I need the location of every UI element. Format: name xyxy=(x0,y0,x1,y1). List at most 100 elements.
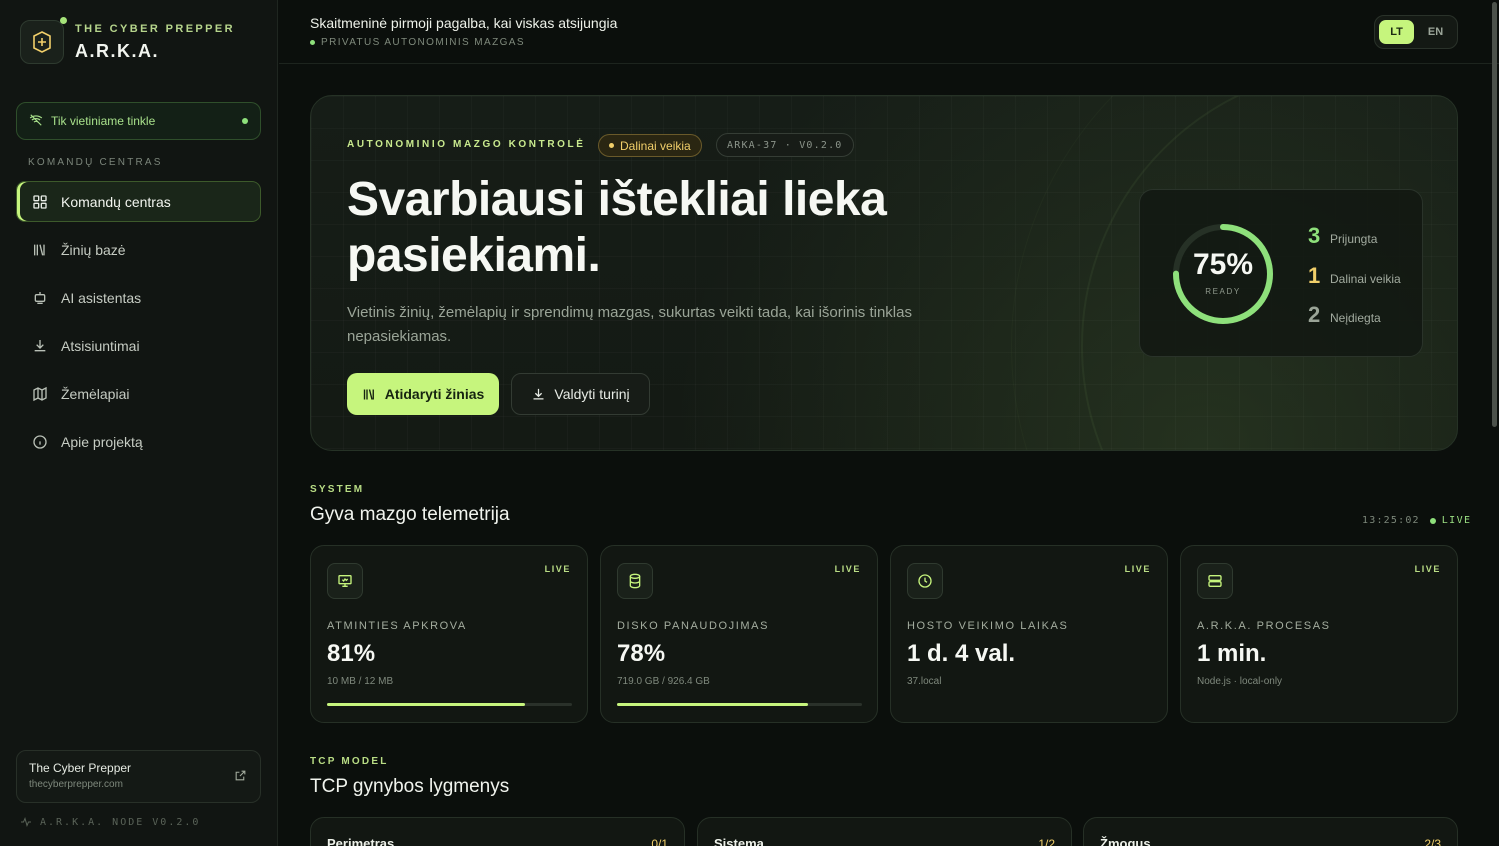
download-icon xyxy=(531,387,546,402)
button-label: Atidaryti žinias xyxy=(384,386,485,402)
server-icon xyxy=(1197,563,1233,599)
hero-kicker: AUTONOMINIO MAZGO KONTROLĖ xyxy=(347,139,586,150)
cyber-prepper-link[interactable]: The Cyber Prepper thecyberprepper.com xyxy=(16,750,261,803)
hero-description: Vietinis žinių, žemėlapių ir sprendimų m… xyxy=(347,304,912,345)
robot-icon xyxy=(31,289,49,307)
live-label: LIVE xyxy=(1414,564,1441,574)
live-dot xyxy=(1429,517,1436,524)
hero-panel: AUTONOMINIO MAZGO KONTROLĖ Dalinai veiki… xyxy=(310,95,1458,451)
layer-fraction: 1/2 xyxy=(1038,837,1055,846)
stat-count: 1 xyxy=(1308,263,1321,288)
sidebar-item-label: Žemėlapiai xyxy=(61,385,130,402)
local-network-indicator[interactable]: Tik vietiniame tinkle xyxy=(16,102,261,140)
sidebar-item-command-center[interactable]: Komandų centras xyxy=(16,181,261,222)
stat-count: 3 xyxy=(1308,223,1321,248)
sidebar-item-ai-assistant[interactable]: AI asistentas xyxy=(16,277,261,318)
footer-title: The Cyber Prepper xyxy=(29,761,132,775)
sidebar: THE CYBER PREPPER A.R.K.A. Tik vietiniam… xyxy=(0,0,278,846)
tcp-layer-perimeter[interactable]: Perimetras 0/1 xyxy=(310,817,685,846)
page-subtitle: PRIVATUS AUTONOMINIS MAZGAS xyxy=(310,37,525,48)
section-title: Gyva mazgo telemetrija xyxy=(310,504,510,525)
info-icon xyxy=(31,433,49,451)
page-scrollbar[interactable] xyxy=(1492,2,1497,427)
tcp-layer-human[interactable]: Žmogus 2/3 xyxy=(1083,817,1458,846)
node-version: A.R.K.A. NODE V0.2.0 xyxy=(20,816,200,828)
telemetry-card-process[interactable]: LIVE A.R.K.A. PROCESAS 1 min. Node.js · … xyxy=(1180,545,1458,723)
clock-time: 13:25:02 xyxy=(1362,515,1420,526)
telemetry-card-disk[interactable]: LIVE DISKO PANAUDOJIMAS 78% 719.0 GB / 9… xyxy=(600,545,878,723)
metric-label: A.R.K.A. PROCESAS xyxy=(1197,620,1331,632)
layer-name: Žmogus xyxy=(1100,836,1151,846)
live-label: LIVE xyxy=(834,564,861,574)
metric-detail: 37.local xyxy=(907,676,942,687)
section-kicker: SYSTEM xyxy=(310,484,365,495)
section-title: TCP gynybos lygmenys xyxy=(310,776,510,797)
metric-label: DISKO PANAUDOJIMAS xyxy=(617,620,770,632)
stat-partial: 1 Dalinai veikia xyxy=(1308,263,1401,289)
manage-content-button[interactable]: Valdyti turinį xyxy=(511,373,650,415)
open-knowledge-button[interactable]: Atidaryti žinias xyxy=(347,373,499,415)
sidebar-nav: Komandų centras Žinių bazė AI asistentas… xyxy=(16,181,261,469)
footer-url: thecyberprepper.com xyxy=(29,779,123,790)
gauge-label: READY xyxy=(1205,287,1241,296)
layer-fraction: 0/1 xyxy=(651,837,668,846)
stat-count: 2 xyxy=(1308,302,1321,327)
stat-label: Dalinai veikia xyxy=(1330,272,1401,286)
pulse-icon xyxy=(20,816,32,828)
metric-detail: Node.js · local-only xyxy=(1197,676,1283,687)
stat-connected: 3 Prijungta xyxy=(1308,223,1377,249)
tcp-layer-system[interactable]: Sistema 1/2 xyxy=(697,817,1072,846)
section-kicker: TCP MODEL xyxy=(310,756,389,767)
sidebar-item-downloads[interactable]: Atsisiuntimai xyxy=(16,325,261,366)
topbar: Skaitmeninė pirmoji pagalba, kai viskas … xyxy=(279,0,1499,64)
button-label: Valdyti turinį xyxy=(554,386,630,402)
page-title: Skaitmeninė pirmoji pagalba, kai viskas … xyxy=(310,15,618,31)
sidebar-item-label: Komandų centras xyxy=(61,193,171,210)
metric-value: 1 min. xyxy=(1197,640,1267,667)
metric-value: 1 d. 4 val. xyxy=(907,640,1016,667)
telemetry-card-uptime[interactable]: LIVE HOSTO VEIKIMO LAIKAS 1 d. 4 val. 37… xyxy=(890,545,1168,723)
sidebar-item-label: Apie projektą xyxy=(61,433,143,450)
sidebar-item-label: Žinių bazė xyxy=(61,241,126,258)
external-link-icon xyxy=(234,769,247,787)
stat-label: Neįdiegta xyxy=(1330,311,1381,325)
metric-detail: 10 MB / 12 MB xyxy=(327,676,394,687)
status-badge-label: Dalinai veikia xyxy=(620,138,691,153)
nav-section-label: KOMANDŲ CENTRAS xyxy=(28,157,163,168)
metric-label: HOSTO VEIKIMO LAIKAS xyxy=(907,620,1069,632)
brand[interactable]: THE CYBER PREPPER A.R.K.A. xyxy=(20,17,235,64)
metric-label: ATMINTIES APKROVA xyxy=(327,620,467,632)
subtitle-text: PRIVATUS AUTONOMINIS MAZGAS xyxy=(321,37,525,48)
brand-name: A.R.K.A. xyxy=(75,40,159,61)
progress-fill xyxy=(327,703,526,706)
layer-name: Sistema xyxy=(714,836,764,846)
sidebar-item-maps[interactable]: Žemėlapiai xyxy=(16,373,261,414)
progress-track xyxy=(327,703,572,706)
layer-fraction: 2/3 xyxy=(1424,837,1441,846)
wifi-off-icon xyxy=(29,113,43,130)
network-status-dot xyxy=(242,118,248,124)
readiness-card: 75% READY 3 Prijungta 1 Dalinai veikia 2… xyxy=(1139,189,1423,357)
monitor-icon xyxy=(327,563,363,599)
ark-shield-icon xyxy=(20,17,67,64)
lang-en-button[interactable]: EN xyxy=(1418,20,1453,44)
metric-value: 81% xyxy=(327,640,376,667)
sidebar-item-about[interactable]: Apie projektą xyxy=(16,421,261,462)
layer-name: Perimetras xyxy=(327,836,395,846)
gauge-percent: 75% xyxy=(1192,248,1254,281)
stat-label: Prijungta xyxy=(1330,232,1378,246)
hero-title: Svarbiausi ištekliai lieka pasiekiami. xyxy=(347,173,887,282)
sidebar-item-label: AI asistentas xyxy=(61,289,142,306)
warning-dot xyxy=(609,143,614,148)
sidebar-item-knowledge-base[interactable]: Žinių bazė xyxy=(16,229,261,270)
live-label: LIVE xyxy=(544,564,571,574)
telemetry-card-memory[interactable]: LIVE ATMINTIES APKROVA 81% 10 MB / 12 MB xyxy=(310,545,588,723)
database-icon xyxy=(617,563,653,599)
live-label: LIVE xyxy=(1124,564,1151,574)
lang-lt-button[interactable]: LT xyxy=(1379,20,1414,44)
network-label: Tik vietiniame tinkle xyxy=(51,114,156,128)
metric-value: 78% xyxy=(617,640,666,667)
version-label: A.R.K.A. NODE V0.2.0 xyxy=(40,816,201,828)
version-badge: ARKA-37 · V0.2.0 xyxy=(716,133,854,157)
library-icon xyxy=(31,241,49,259)
